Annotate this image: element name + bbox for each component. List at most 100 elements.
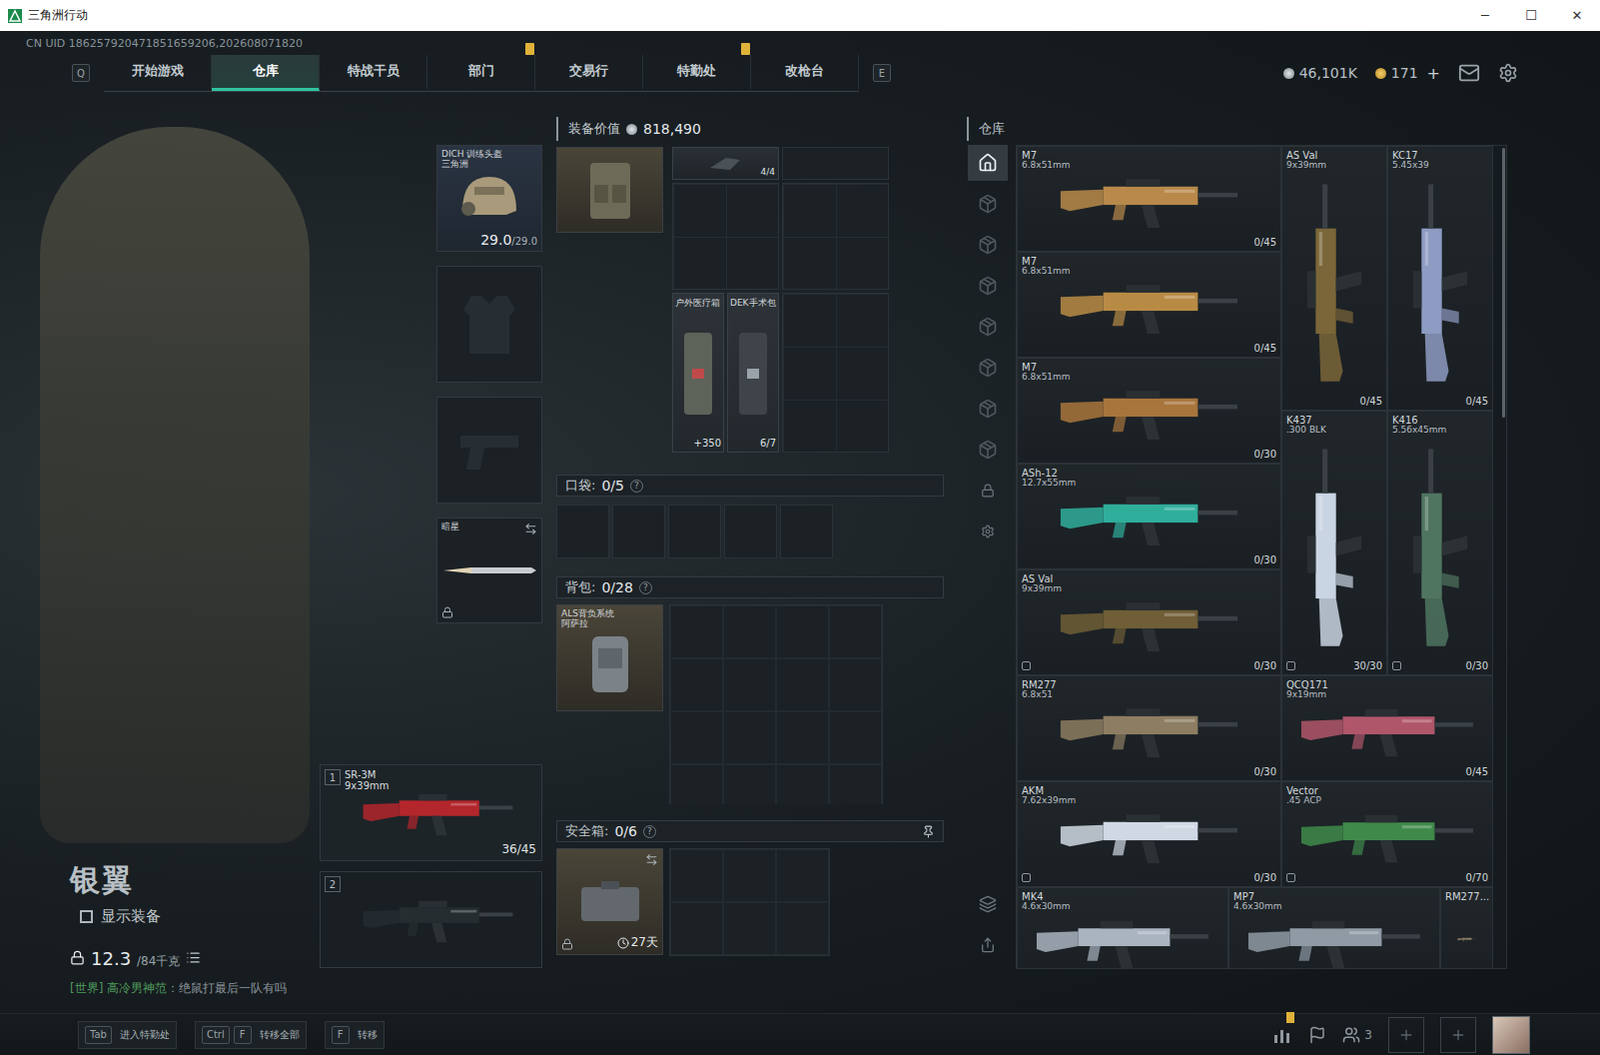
- grid-cell[interactable]: [776, 764, 829, 804]
- grid-cell[interactable]: [776, 901, 829, 955]
- home-icon[interactable]: [977, 152, 998, 173]
- layers-icon[interactable]: [978, 894, 997, 913]
- warehouse-tab[interactable]: [967, 349, 1008, 386]
- warehouse-item[interactable]: AS Val9x39mm0/30: [1016, 569, 1282, 676]
- pin-icon[interactable]: [921, 824, 935, 838]
- med-item[interactable]: DEK手术包6/7: [727, 292, 780, 453]
- flag-button[interactable]: [1308, 1025, 1327, 1044]
- package-icon[interactable]: [977, 234, 998, 255]
- helmet-slot[interactable]: DICH 训练头盔三角洲29.0/29.0: [436, 144, 543, 252]
- warehouse-item[interactable]: M76.8x51mm0/30: [1016, 357, 1282, 464]
- export-tool[interactable]: [967, 926, 1008, 963]
- gear-icon[interactable]: [1498, 62, 1519, 83]
- stats-icon[interactable]: [1272, 1025, 1293, 1044]
- warehouse-item[interactable]: K4165.56x45mm0/30: [1387, 410, 1494, 676]
- mail-icon[interactable]: [1458, 61, 1481, 84]
- pocket-slot[interactable]: [668, 504, 722, 559]
- grid-cell[interactable]: [776, 848, 829, 902]
- package-icon[interactable]: [977, 357, 998, 378]
- pocket-slot[interactable]: [724, 504, 778, 559]
- weapon-slot[interactable]: 1SR-3M9x39mm36/45: [319, 764, 543, 861]
- list-icon[interactable]: [185, 949, 201, 965]
- swap-icon[interactable]: [524, 522, 538, 536]
- warehouse-item[interactable]: RM2776.8x510/30: [1016, 675, 1282, 782]
- warehouse-item[interactable]: QCQ1719x19mm0/45: [1281, 675, 1494, 782]
- grid-cell[interactable]: [670, 764, 724, 804]
- layers-tool[interactable]: [967, 885, 1008, 922]
- swap-icon[interactable]: [645, 852, 659, 866]
- key-hint[interactable]: F转移: [324, 1020, 385, 1049]
- warehouse-tab[interactable]: [967, 431, 1008, 468]
- grid-block[interactable]: [782, 182, 889, 290]
- warehouse-item[interactable]: Vector.45 ACP0/70: [1281, 781, 1494, 887]
- warehouse-tab[interactable]: [967, 144, 1008, 181]
- settings-tool[interactable]: [967, 513, 1008, 550]
- help-button[interactable]: ?: [630, 479, 644, 493]
- friends-icon[interactable]: [1342, 1025, 1361, 1044]
- gear-icon[interactable]: [980, 524, 995, 539]
- pocket-slot[interactable]: [612, 504, 666, 559]
- player-avatar[interactable]: [1492, 1015, 1531, 1054]
- warehouse-item[interactable]: MK44.6x30mm: [1016, 886, 1229, 969]
- grid-cell[interactable]: [670, 605, 724, 659]
- chest-rig[interactable]: [556, 146, 664, 233]
- package-icon[interactable]: [977, 316, 998, 337]
- grid-cell[interactable]: [670, 711, 724, 765]
- warehouse-tab[interactable]: [967, 185, 1008, 222]
- warehouse-item[interactable]: M76.8x51mm0/45: [1016, 251, 1282, 358]
- warehouse-item[interactable]: KC175.45x390/45: [1387, 145, 1494, 411]
- swap-button[interactable]: [645, 852, 659, 866]
- warehouse-tab[interactable]: [967, 226, 1008, 263]
- friends-button[interactable]: 3: [1342, 1025, 1373, 1044]
- armor-slot[interactable]: [436, 265, 543, 383]
- show-gear-toggle[interactable]: 显示装备: [69, 906, 315, 926]
- help-button[interactable]: ?: [639, 581, 653, 595]
- weapon-slot[interactable]: 2: [319, 870, 543, 968]
- rig-item[interactable]: 4/4: [672, 146, 780, 180]
- warehouse-item[interactable]: AS Val9x39mm0/45: [1281, 145, 1388, 411]
- grid-cell[interactable]: [723, 658, 777, 712]
- warehouse-item[interactable]: RM277...: [1440, 886, 1494, 969]
- warehouse-item[interactable]: AKM7.62x39mm0/30: [1016, 781, 1282, 887]
- warehouse-item[interactable]: MP74.6x30mm: [1228, 886, 1441, 969]
- window-control-button[interactable]: ☐: [1508, 0, 1555, 31]
- nav-tab[interactable]: 改枪台: [751, 54, 859, 91]
- checkbox[interactable]: [79, 909, 93, 923]
- grid-cell[interactable]: [828, 605, 882, 659]
- pocket-slot[interactable]: [556, 504, 610, 559]
- add-token-button[interactable]: +: [1427, 63, 1441, 83]
- package-icon[interactable]: [977, 439, 998, 460]
- grid-block[interactable]: [672, 182, 780, 290]
- pin-button[interactable]: [921, 824, 935, 838]
- warehouse-item[interactable]: K437.300 BLK30/30: [1281, 410, 1388, 676]
- med-item[interactable]: 户外医疗箱+350: [672, 292, 725, 453]
- plus-icon[interactable]: [1398, 1026, 1415, 1043]
- flag-icon[interactable]: [1308, 1025, 1327, 1044]
- grid-cell[interactable]: [776, 605, 829, 659]
- export-icon[interactable]: [979, 936, 996, 953]
- key-hint[interactable]: Tab进入特勤处: [77, 1020, 177, 1049]
- grid-cell[interactable]: [723, 901, 777, 955]
- lock-tool[interactable]: [967, 472, 1008, 509]
- help-button[interactable]: ?: [643, 824, 657, 838]
- secure-case[interactable]: 27天: [556, 847, 664, 955]
- nav-tab[interactable]: 特战干员: [319, 54, 428, 91]
- package-icon[interactable]: [977, 398, 998, 419]
- grid-cell[interactable]: [828, 658, 882, 712]
- package-icon[interactable]: [977, 275, 998, 296]
- scrollbar[interactable]: [1502, 147, 1506, 418]
- melee-slot[interactable]: 暗星: [436, 517, 543, 624]
- grid-cell[interactable]: [782, 146, 889, 180]
- grid-cell[interactable]: [670, 901, 724, 955]
- nav-tab[interactable]: 特勤处: [643, 54, 752, 91]
- nav-tab[interactable]: 部门: [427, 54, 536, 91]
- grid-cell[interactable]: [776, 658, 829, 712]
- window-control-button[interactable]: ─: [1462, 0, 1509, 31]
- grid-cell[interactable]: [828, 711, 882, 765]
- nav-tab[interactable]: 交易行: [535, 54, 644, 91]
- nav-tab[interactable]: 开始游戏: [103, 54, 212, 91]
- pocket-slot[interactable]: [780, 504, 833, 559]
- grid-cell[interactable]: [776, 711, 829, 765]
- invite-slot[interactable]: [1440, 1016, 1477, 1053]
- swap-button[interactable]: [524, 522, 538, 536]
